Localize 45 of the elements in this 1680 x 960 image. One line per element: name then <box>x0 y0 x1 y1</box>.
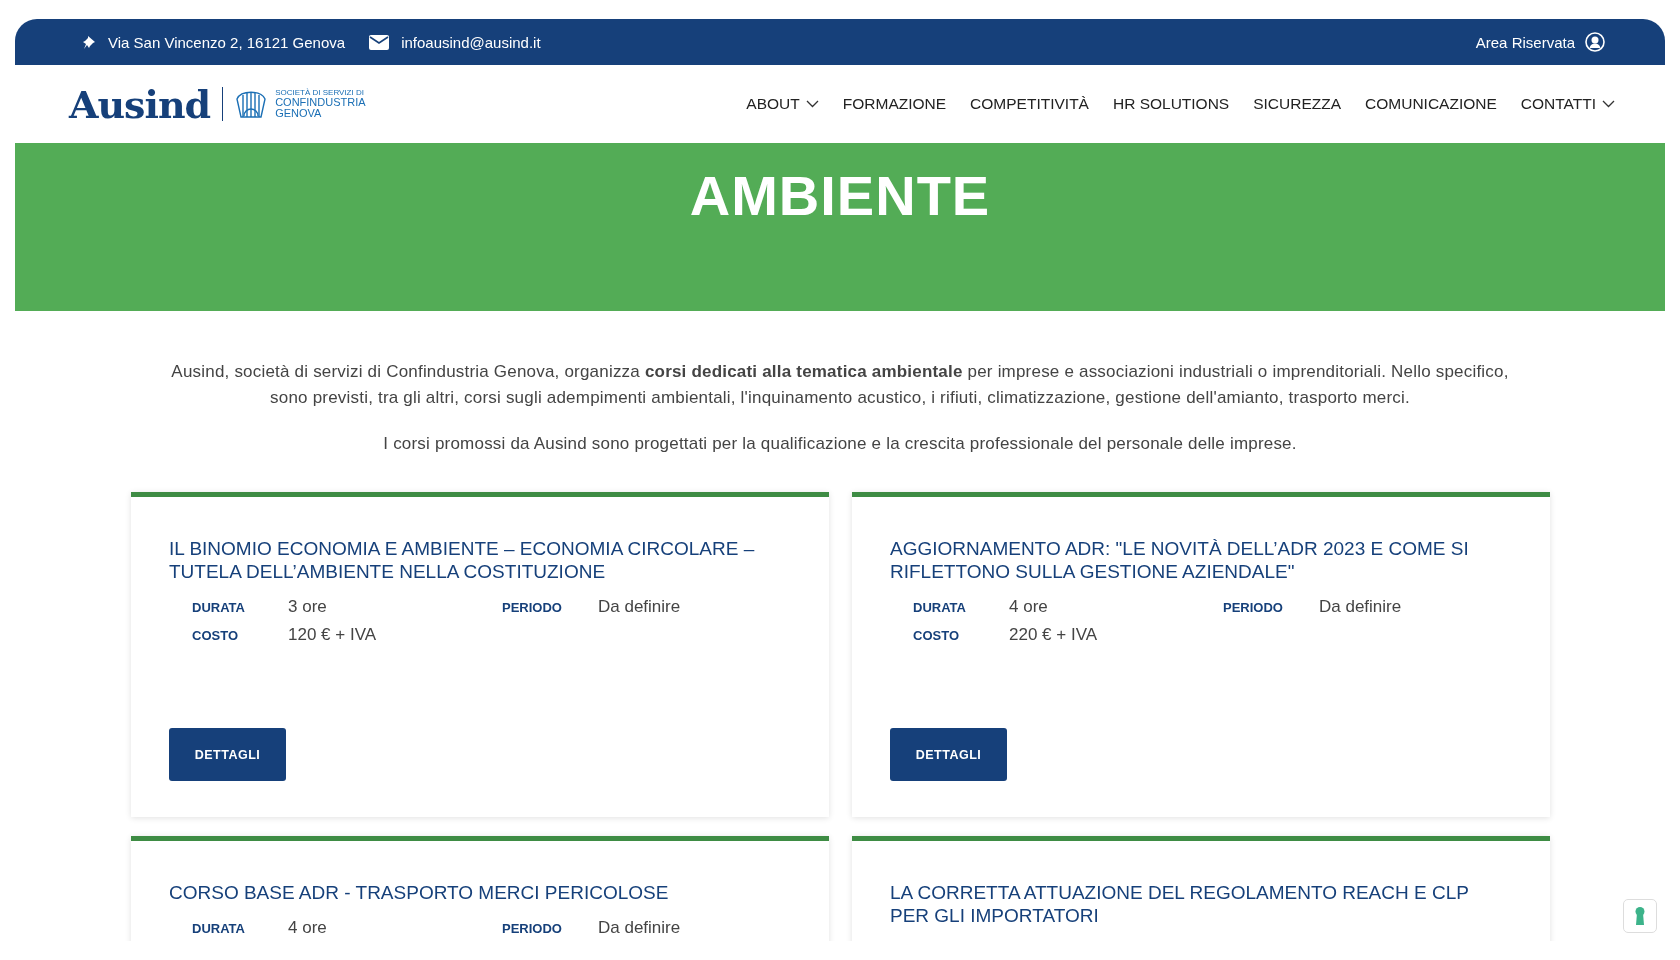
field-value: 120 € + IVA <box>288 625 377 645</box>
field-value: 4 ore <box>288 918 327 938</box>
field-label: COSTO <box>913 628 960 643</box>
shell-logo-icon <box>235 89 268 119</box>
details-button[interactable]: DETTAGLI <box>890 728 1007 781</box>
field-label: DURATA <box>913 600 967 615</box>
page-title: AMBIENTE <box>689 163 991 229</box>
course-title[interactable]: CORSO BASE ADR - TRASPORTO MERCI PERICOLOSE <box>169 881 791 904</box>
privacy-button[interactable] <box>1623 899 1657 933</box>
course-title[interactable]: LA CORRETTA ATTUAZIONE DEL REGOLAMENTO REACH E CLP PER GLI IMPORTATORI <box>890 881 1512 927</box>
field-label: DURATA <box>192 600 246 615</box>
pushpin-icon <box>83 34 96 50</box>
intro-paragraph: I corsi promossi da Ausind sono progettati per la qualificazione e la crescita professionale del personale delle imprese. <box>382 433 1298 455</box>
nav-link[interactable]: HR SOLUTIONS <box>1112 95 1230 113</box>
field-label: COSTO <box>192 628 239 643</box>
field-value: 4 ore <box>1009 597 1048 617</box>
field-value: Da definire <box>598 597 681 617</box>
email-link[interactable]: infoausind@ausind.it <box>401 33 541 51</box>
nav-link[interactable]: ABOUT <box>746 95 819 113</box>
field-value: 220 € + IVA <box>1009 625 1098 645</box>
field-label: DURATA <box>192 921 246 936</box>
reserved-area-link[interactable]: Area Riservata <box>1475 32 1605 52</box>
logo-tagline: SOCIETÀ DI SERVIZI DI <box>275 89 365 97</box>
nav-link[interactable]: SICUREZZA <box>1253 95 1342 113</box>
field-value: Da definire <box>1319 597 1402 617</box>
field-label: PERIODO <box>502 921 563 936</box>
nav-link[interactable]: FORMAZIONE <box>842 95 947 113</box>
logo-tagline: GENOVA <box>275 108 323 119</box>
course-title[interactable]: IL BINOMIO ECONOMIA E AMBIENTE – ECONOMIA CIRCOLARE – TUTELA DELL’AMBIENTE NELLA COSTITUZIONE <box>169 537 791 583</box>
user-icon <box>1585 32 1605 52</box>
logo-tagline: CONFINDUSTRIA <box>275 97 366 108</box>
nav-link[interactable]: CONTATTI <box>1520 95 1615 113</box>
field-value: Da definire <box>598 918 681 938</box>
envelope-icon <box>369 34 390 50</box>
details-button[interactable]: DETTAGLI <box>169 728 286 781</box>
field-value: 3 ore <box>288 597 327 617</box>
nav-link[interactable]: COMPETITIVITÀ <box>970 95 1089 113</box>
intro-paragraph: Ausind, società di servizi di Confindustria Genova, organizza corsi dedicati alla tematica ambientale per imprese e associazioni industriali o imprenditoriali. Nello specifico, sono previsti, tra gli altri, corsi sugli adempimenti ambientali, l'inquinamento acustico, i rifiuti, climatizzazione, gestione dell'amianto, trasporto merci. <box>170 361 1510 409</box>
keyhole-icon <box>1635 907 1645 925</box>
logo-wordmark[interactable]: Ausind <box>69 81 211 127</box>
address-text: Via San Vincenzo 2, 16121 Genova <box>108 33 346 51</box>
field-label: PERIODO <box>1223 600 1284 615</box>
nav-link[interactable]: COMUNICAZIONE <box>1365 95 1497 113</box>
field-label: PERIODO <box>502 600 563 615</box>
course-title[interactable]: AGGIORNAMENTO ADR: "LE NOVITÀ DELL’ADR 2023 E COME SI RIFLETTONO SULLA GESTIONE AZIENDALE" <box>890 537 1512 583</box>
